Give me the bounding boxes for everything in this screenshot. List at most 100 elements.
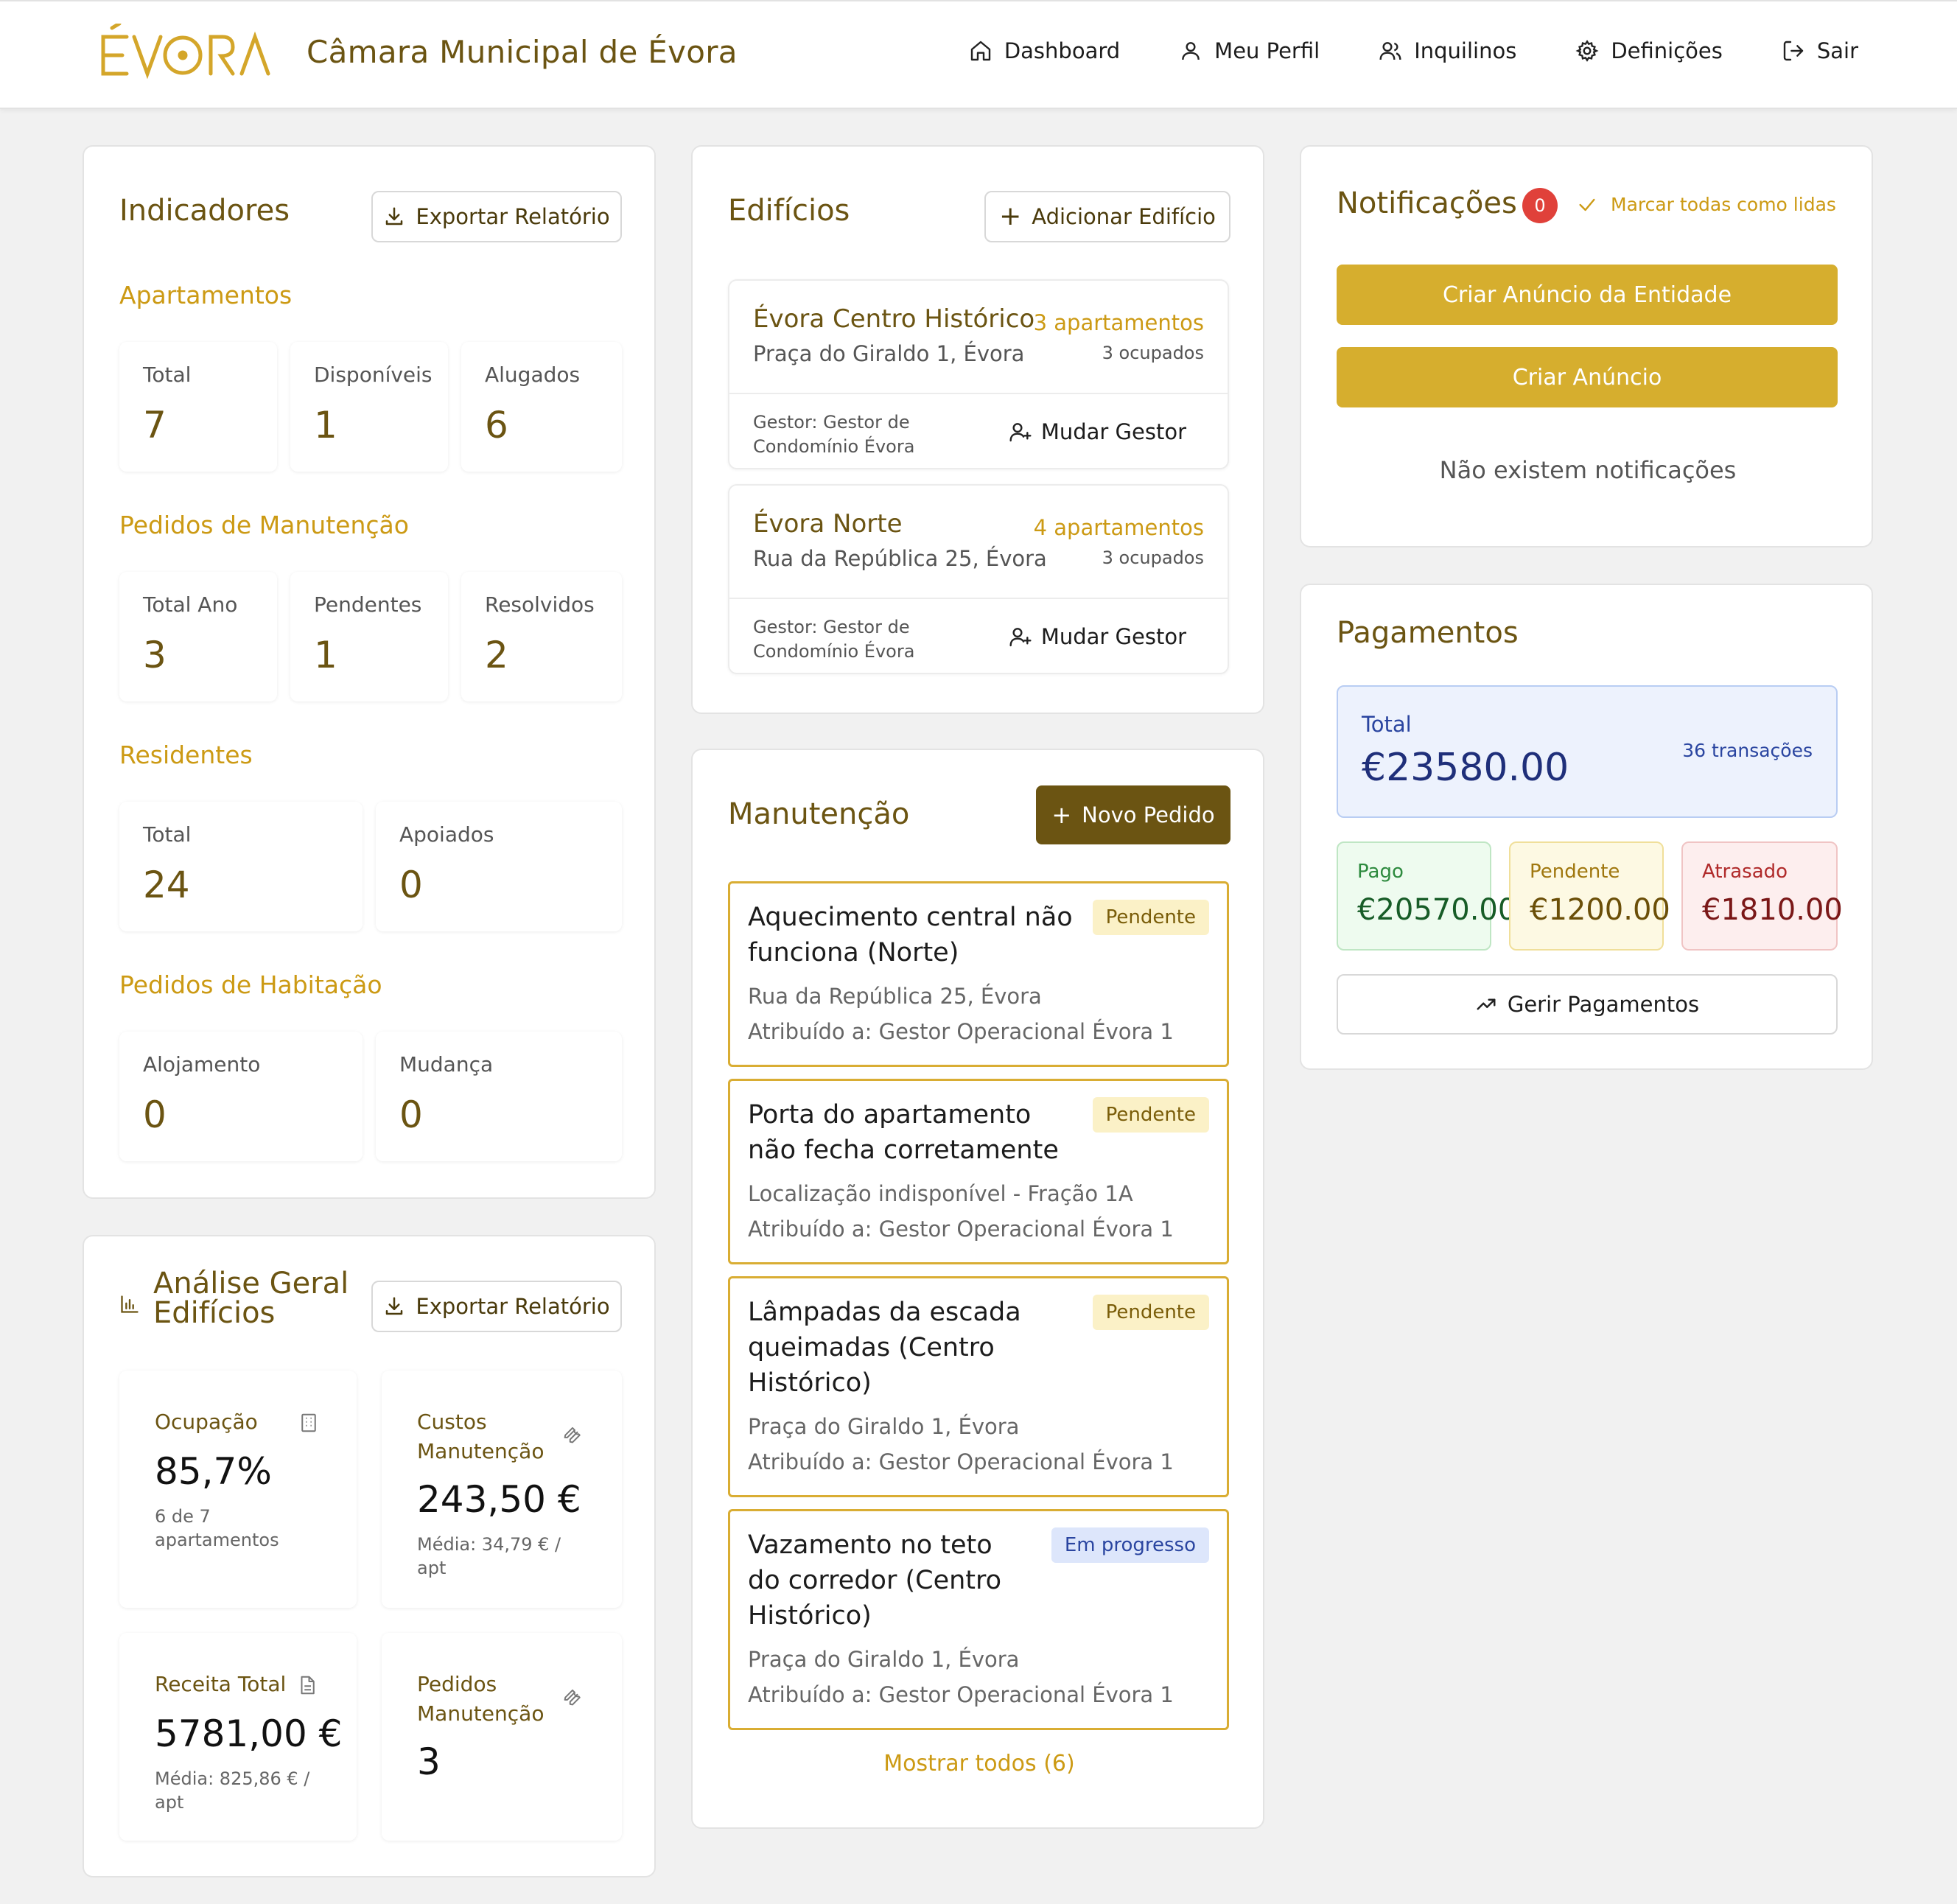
plus-icon: +: [999, 201, 1022, 231]
bar-chart-icon: [121, 1295, 139, 1313]
building-name: Évora Centro Histórico: [753, 304, 1035, 334]
manage-payments-label: Gerir Pagamentos: [1507, 992, 1700, 1017]
mark-all-read-link[interactable]: Marcar todas como lidas: [1577, 194, 1836, 215]
payments-paid: Pago €20570.00: [1337, 841, 1516, 951]
nav-dashboard-label: Dashboard: [1004, 38, 1121, 63]
payments-total-label: Total: [1362, 712, 1412, 737]
nav-definicoes[interactable]: Definições: [1575, 38, 1723, 63]
nav-meu-perfil[interactable]: Meu Perfil: [1179, 38, 1320, 63]
stat-value: 0: [399, 1093, 423, 1136]
apartamentos-heading: Apartamentos: [119, 281, 293, 309]
custos-manutencao-card: Custos Manutenção 243,50 € Média: 34,79 …: [382, 1371, 622, 1608]
payments-transactions-count: 36 transações: [1682, 740, 1813, 761]
ocupacao-label: Ocupação: [155, 1410, 258, 1434]
evora-logo[interactable]: [96, 24, 273, 83]
divider: [729, 598, 1228, 599]
check-icon: [1579, 198, 1595, 211]
request-assignee: Atribuído a: Gestor Operacional Évora 1: [748, 1217, 1174, 1242]
building-apartments: 3 apartamentos: [1033, 310, 1204, 335]
request-assignee: Atribuído a: Gestor Operacional Évora 1: [748, 1682, 1174, 1707]
add-building-button[interactable]: + Adicionar Edifício: [984, 191, 1230, 242]
residentes-heading: Residentes: [119, 741, 253, 769]
stat-value: 24: [143, 864, 190, 906]
maintenance-request[interactable]: Porta do apartamento não fecha corretame…: [728, 1079, 1229, 1264]
building-gestor: Gestor: Gestor de Condomínio Évora: [753, 412, 915, 457]
receita-total-card: Receita Total 5781,00 € Média: 825,86 € …: [119, 1633, 357, 1841]
indicadores-card: Indicadores Exportar Relatório Apartamen…: [83, 145, 656, 1199]
pedidos-manutencao-card: Pedidos Manutenção 3: [382, 1633, 622, 1841]
stat-residentes-total: Total 24: [119, 802, 363, 931]
home-icon: [970, 41, 991, 61]
request-assignee: Atribuído a: Gestor Operacional Évora 1: [748, 1019, 1174, 1044]
status-badge: Pendente: [1092, 1097, 1209, 1133]
indicadores-title: Indicadores: [119, 194, 290, 228]
export-report-button[interactable]: Exportar Relatório: [371, 1281, 622, 1332]
nav-inquilinos-label: Inquilinos: [1414, 38, 1517, 63]
stat-apartamentos-disponiveis: Disponíveis 1: [290, 342, 448, 472]
habitacao-heading: Pedidos de Habitação: [119, 970, 382, 999]
payments-overdue: Atrasado €1810.00: [1681, 841, 1843, 951]
notificacoes-card: Notificações 0 Marcar todas como lidas C…: [1300, 145, 1873, 547]
user-plus-icon: [1009, 423, 1032, 442]
stat-value: 0: [143, 1093, 167, 1136]
paid-value: €20570.00: [1357, 893, 1517, 927]
pagamentos-card: Pagamentos Total €23580.00 36 transações…: [1300, 584, 1873, 1070]
request-location: Praça do Giraldo 1, Évora: [748, 1414, 1020, 1439]
stat-label: Alojamento: [143, 1052, 261, 1077]
building-apartments: 4 apartamentos: [1033, 515, 1204, 540]
status-badge: Pendente: [1092, 900, 1209, 935]
nav-sair[interactable]: Sair: [1782, 38, 1858, 63]
stat-manutencao-total-ano: Total Ano 3: [119, 572, 277, 701]
stat-label: Apoiados: [399, 822, 494, 847]
download-icon: [386, 1297, 403, 1315]
edificios-title: Edifícios: [728, 194, 850, 228]
request-assignee: Atribuído a: Gestor Operacional Évora 1: [748, 1449, 1174, 1474]
maintenance-request[interactable]: Aquecimento central não funciona (Norte)…: [728, 881, 1229, 1067]
building-address: Rua da República 25, Évora: [753, 546, 1047, 571]
building-card[interactable]: Évora Norte Rua da República 25, Évora 4…: [728, 484, 1229, 674]
manutencao-heading: Pedidos de Manutenção: [119, 511, 409, 539]
ocupacao-card: Ocupação 85,7% 6 de 7 apartamentos: [119, 1371, 357, 1608]
status-badge: Pendente: [1092, 1295, 1209, 1330]
request-title: Lâmpadas da escada queimadas (Centro His…: [748, 1298, 1021, 1398]
stat-label: Mudança: [399, 1052, 494, 1077]
pedidos-manutencao-label: Pedidos Manutenção: [417, 1672, 545, 1726]
new-request-button[interactable]: + Novo Pedido: [1036, 785, 1230, 844]
change-manager-button[interactable]: Mudar Gestor: [1009, 624, 1186, 649]
show-all-link[interactable]: Mostrar todos (6): [693, 1751, 1266, 1777]
create-entity-announcement-button[interactable]: Criar Anúncio da Entidade: [1337, 265, 1838, 325]
stat-value: 1: [314, 404, 337, 447]
analise-title-line1: Análise Geral: [153, 1267, 349, 1301]
plus-icon: +: [1051, 801, 1072, 829]
maintenance-request[interactable]: Lâmpadas da escada queimadas (Centro His…: [728, 1276, 1229, 1497]
nav-inquilinos[interactable]: Inquilinos: [1379, 38, 1516, 63]
stat-value: 6: [485, 404, 508, 447]
stat-label: Alugados: [485, 363, 581, 387]
change-manager-button[interactable]: Mudar Gestor: [1009, 419, 1186, 444]
paid-label: Pago: [1357, 861, 1404, 883]
stat-apartamentos-alugados: Alugados 6: [461, 342, 622, 472]
ocupacao-value: 85,7%: [155, 1450, 272, 1493]
analise-title: Análise Geral Edifícios: [153, 1269, 349, 1328]
manage-payments-button[interactable]: Gerir Pagamentos: [1337, 974, 1838, 1035]
payments-total-value: €23580.00: [1362, 746, 1569, 790]
stat-label: Total: [143, 363, 192, 387]
stat-value: 3: [143, 634, 167, 676]
pagamentos-title: Pagamentos: [1337, 616, 1519, 650]
create-announcement-button[interactable]: Criar Anúncio: [1337, 347, 1838, 407]
payments-pending: Pendente €1200.00: [1509, 841, 1670, 951]
custos-manutencao-sub: Média: 34,79 € / apt: [417, 1534, 561, 1578]
new-request-label: Novo Pedido: [1082, 802, 1215, 827]
receita-total-value: 5781,00 €: [155, 1712, 343, 1755]
add-building-label: Adicionar Edifício: [1032, 204, 1216, 229]
users-icon: [1379, 42, 1401, 60]
nav-dashboard[interactable]: Dashboard: [969, 38, 1120, 63]
stat-label: Resolvidos: [485, 592, 595, 617]
user-icon: [1182, 42, 1200, 60]
request-location: Rua da República 25, Évora: [748, 984, 1042, 1009]
building-card[interactable]: Évora Centro Histórico Praça do Giraldo …: [728, 279, 1229, 469]
export-report-button[interactable]: Exportar Relatório: [371, 191, 622, 242]
ocupacao-sub: 6 de 7 apartamentos: [155, 1506, 279, 1550]
stat-manutencao-pendentes: Pendentes 1: [290, 572, 448, 701]
maintenance-request[interactable]: Vazamento no teto do corredor (Centro Hi…: [728, 1509, 1229, 1730]
